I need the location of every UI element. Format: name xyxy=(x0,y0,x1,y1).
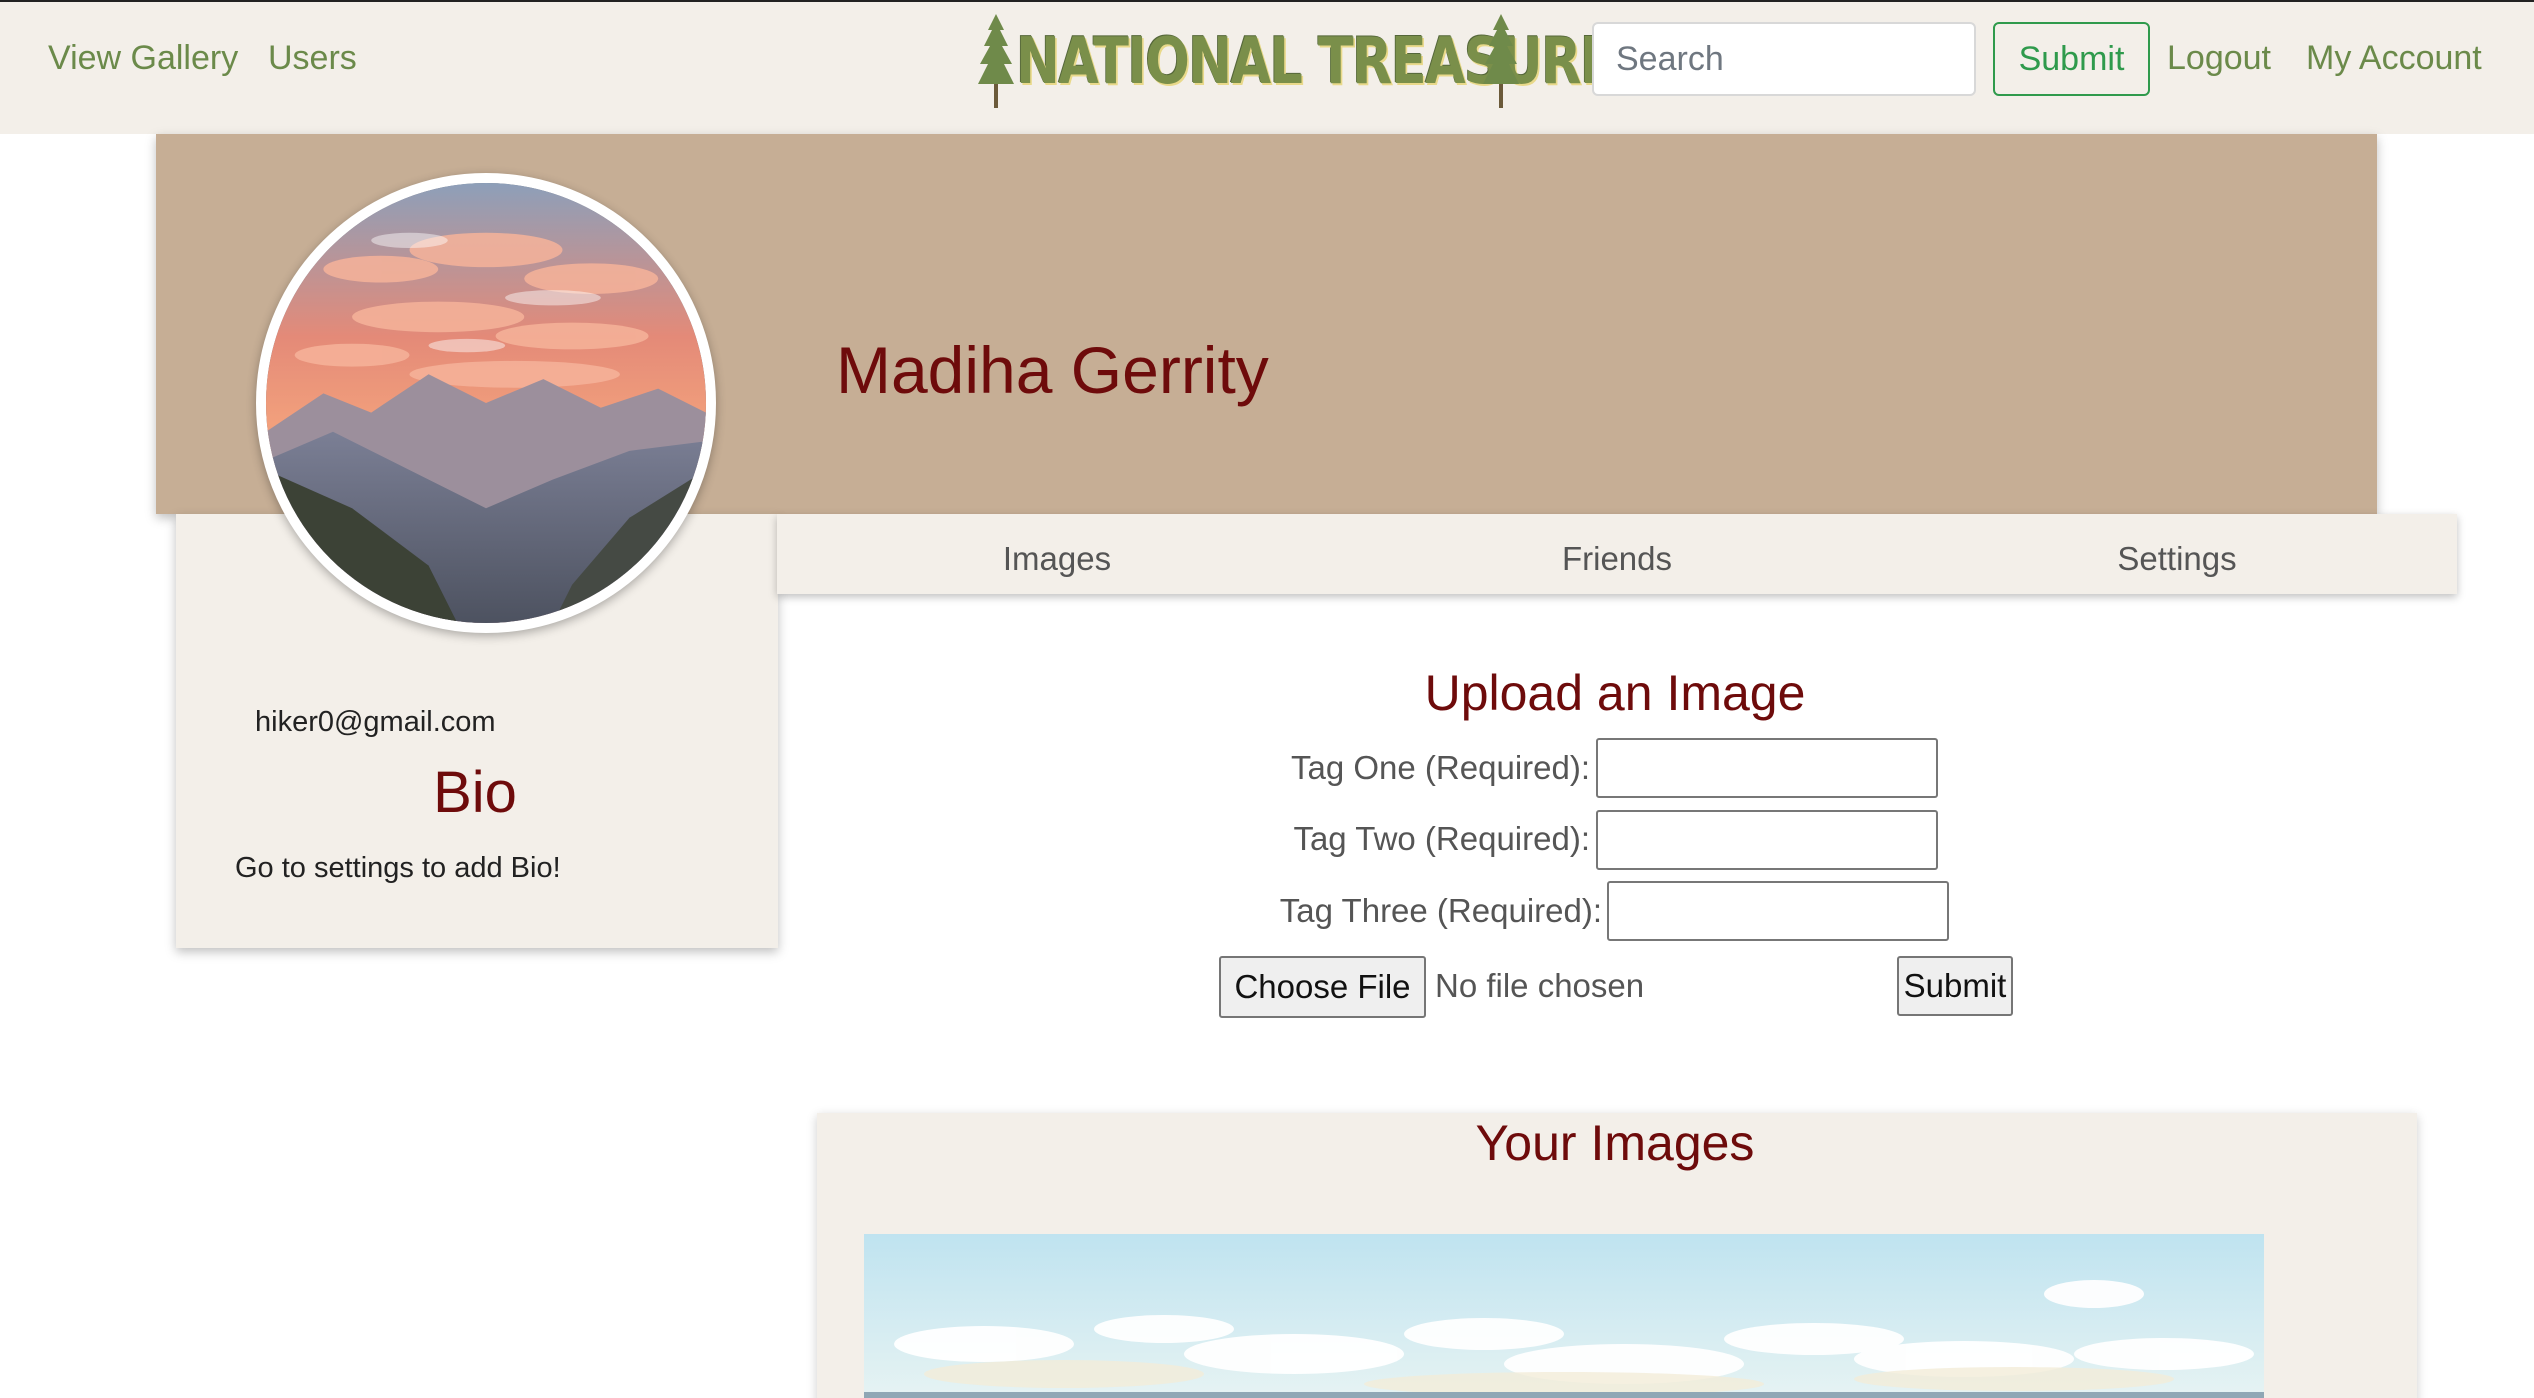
nav-logout-link[interactable]: Logout xyxy=(2167,36,2271,80)
upload-image-heading: Upload an Image xyxy=(1424,665,1806,721)
tag-one-input[interactable] xyxy=(1596,738,1938,798)
tab-friends[interactable]: Friends xyxy=(1337,514,1897,594)
choose-file-button[interactable]: Choose File xyxy=(1219,956,1426,1018)
tag-three-label: Tag Three (Required): xyxy=(1279,892,1602,929)
search-input[interactable] xyxy=(1592,22,1976,96)
tag-two-label: Tag Two (Required): xyxy=(1293,820,1590,857)
pine-tree-icon xyxy=(978,14,1014,108)
gallery-image[interactable] xyxy=(864,1234,2264,1398)
profile-email: hiker0@gmail.com xyxy=(255,706,496,738)
brand-title: NATIONAL TREASURES xyxy=(1016,25,1652,99)
tag-two-input[interactable] xyxy=(1596,810,1938,870)
bio-text: Go to settings to add Bio! xyxy=(235,852,561,884)
tag-three-input[interactable] xyxy=(1607,881,1949,941)
bio-heading: Bio xyxy=(433,760,517,825)
search-submit-button[interactable]: Submit xyxy=(1993,22,2150,96)
file-status-text: No file chosen xyxy=(1435,967,1645,1004)
brand-logo[interactable]: NATIONAL TREASURES xyxy=(976,12,1652,108)
nav-users-link[interactable]: Users xyxy=(268,36,357,80)
nav-my-account-link[interactable]: My Account xyxy=(2306,36,2482,80)
navbar: View Gallery Users NATIONAL TREASURES Su… xyxy=(0,0,2534,134)
profile-name: Madiha Gerrity xyxy=(836,333,1269,407)
avatar-image xyxy=(266,183,706,623)
nav-view-gallery-link[interactable]: View Gallery xyxy=(48,36,238,80)
gallery-photo xyxy=(864,1234,2264,1398)
your-images-heading: Your Images xyxy=(1475,1115,1755,1171)
tab-images[interactable]: Images xyxy=(777,514,1337,594)
upload-submit-button[interactable]: Submit xyxy=(1897,956,2013,1016)
tag-one-label: Tag One (Required): xyxy=(1291,749,1590,786)
avatar xyxy=(256,173,716,633)
profile-tabs: Images Friends Settings xyxy=(777,514,2457,594)
tab-settings[interactable]: Settings xyxy=(1897,514,2457,594)
pine-tree-icon xyxy=(1483,14,1519,108)
